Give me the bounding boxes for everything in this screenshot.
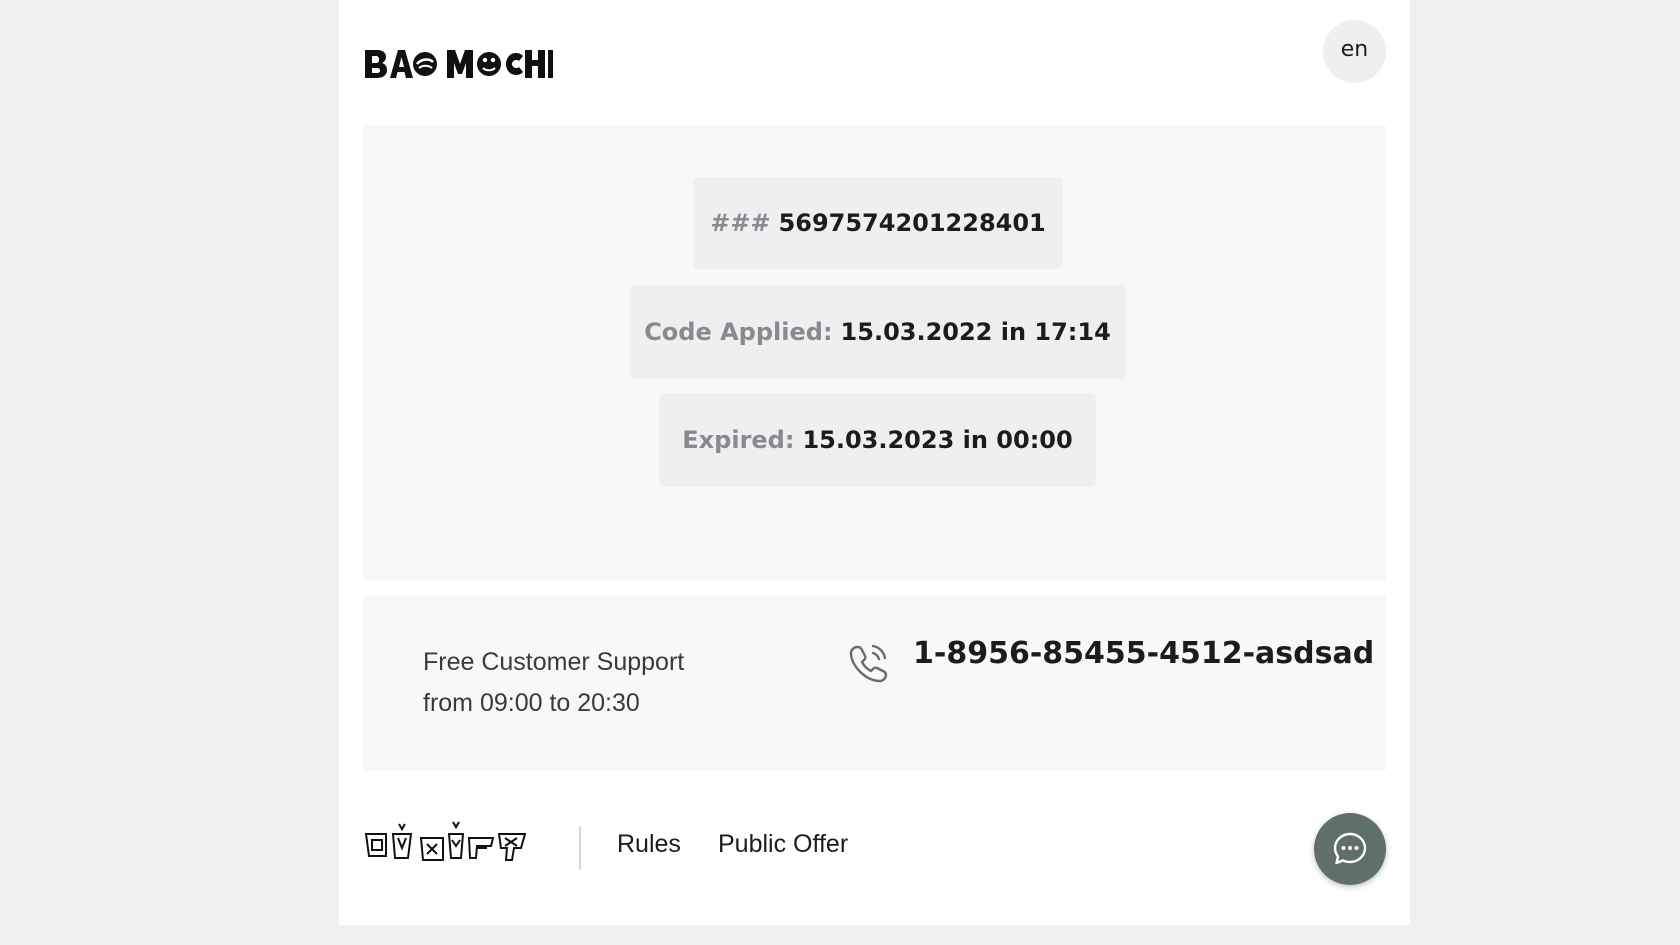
language-switcher[interactable]: en xyxy=(1323,20,1386,83)
rules-link[interactable]: Rules xyxy=(617,830,681,859)
brand-logo-image xyxy=(365,50,553,78)
page-container: en ### 5697574201228401 Code Applied: 15… xyxy=(339,0,1410,925)
chat-button[interactable] xyxy=(1314,813,1386,885)
code-value: 5697574201228401 xyxy=(778,209,1046,237)
customer-support-panel: Free Customer Support from 09:00 to 20:3… xyxy=(363,596,1386,771)
public-offer-link[interactable]: Public Offer xyxy=(718,830,848,859)
code-expired-label: Expired: xyxy=(682,426,795,454)
code-expired-pill: Expired: 15.03.2023 in 00:00 xyxy=(659,393,1096,487)
code-info-panel: ### 5697574201228401 Code Applied: 15.03… xyxy=(363,125,1386,580)
phone-icon xyxy=(849,644,888,683)
code-applied-value: 15.03.2022 in 17:14 xyxy=(840,318,1111,346)
support-phone-link[interactable]: 1-8956-85455-4512-asdsad xyxy=(913,636,1374,671)
footer-brand-logo xyxy=(364,821,527,861)
brand-logo[interactable] xyxy=(363,42,553,82)
support-hours-text: Free Customer Support from 09:00 to 20:3… xyxy=(423,642,684,724)
code-applied-pill: Code Applied: 15.03.2022 in 17:14 xyxy=(629,285,1126,379)
chat-bubble-icon xyxy=(1333,832,1367,865)
code-number-pill: ### 5697574201228401 xyxy=(693,177,1063,269)
support-line-2: from 09:00 to 20:30 xyxy=(423,689,640,717)
code-prefix: ### xyxy=(710,209,771,237)
footer-divider xyxy=(579,826,581,870)
code-expired-value: 15.03.2023 in 00:00 xyxy=(802,426,1073,454)
code-applied-label: Code Applied: xyxy=(644,318,833,346)
support-line-1: Free Customer Support xyxy=(423,648,685,676)
